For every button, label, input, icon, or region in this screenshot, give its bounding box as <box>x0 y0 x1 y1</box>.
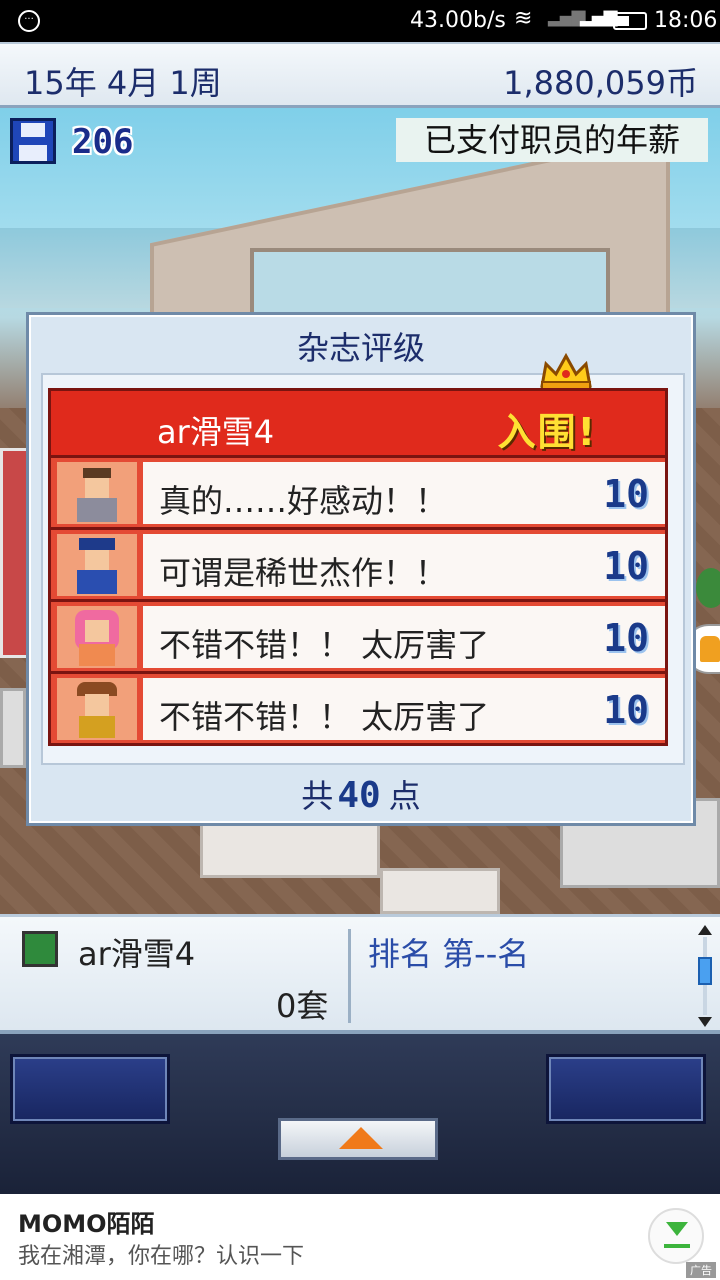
review-text: 真的……好感动！！ <box>159 482 448 520</box>
top-info-bar[interactable]: 15年 4月 1周 1,880,059币 <box>0 42 720 108</box>
face-body <box>77 570 117 594</box>
game-name: ar滑雪4 <box>78 935 196 973</box>
total-score-value: 40 <box>337 775 381 816</box>
left-menu-button[interactable] <box>10 1054 170 1124</box>
review-text-box: 不错不错！！ 太厉害了 10 <box>143 606 665 668</box>
nominated-badge: 入围! <box>497 410 597 454</box>
game-date: 15年 4月 1周 <box>24 64 222 102</box>
game-cartridge-icon <box>22 931 58 967</box>
money-display: 1,880,059币 <box>503 64 698 102</box>
save-count: 206 <box>72 122 134 162</box>
wifi-icon: ≋ <box>514 6 533 31</box>
right-menu-button[interactable] <box>546 1054 706 1124</box>
status-bar: ··· 43.00b/s ≋ ▂▄▆ ▂▄▆ 18:06 <box>0 0 720 42</box>
face-body <box>79 716 115 738</box>
download-arrow-icon <box>666 1222 688 1236</box>
review-row: 不错不错！！ 太厉害了 10 <box>48 602 668 674</box>
arrow-up-icon <box>339 1127 383 1149</box>
review-row: 真的……好感动！！ 10 <box>48 458 668 530</box>
ad-title: MOMO陌陌 <box>18 1210 155 1238</box>
rated-game-header: ar滑雪4 入围! <box>48 388 668 458</box>
review-text-box: 可谓是稀世杰作！！ 10 <box>143 534 665 596</box>
face-body <box>79 644 115 666</box>
total-score: 共 40 点 <box>29 771 693 817</box>
reviewer-avatar <box>57 678 137 740</box>
review-score: 10 <box>603 688 649 732</box>
ad-banner[interactable]: MOMO陌陌 我在湘潭，你在哪？认识一下 广告 <box>0 1194 720 1280</box>
face-hat <box>79 538 115 550</box>
face-hair <box>83 468 111 478</box>
review-text: 不错不错！！ 太厉害了 <box>159 698 490 736</box>
review-score: 10 <box>603 472 649 516</box>
review-score: 10 <box>603 616 649 660</box>
office-desk <box>380 868 500 914</box>
battery-icon <box>613 12 647 30</box>
face-skin <box>85 620 109 642</box>
review-row: 可谓是稀世杰作！！ 10 <box>48 530 668 602</box>
reviewer-avatar <box>57 462 137 524</box>
scrollbar-thumb[interactable] <box>698 957 712 985</box>
notification-dots-icon: ··· <box>18 10 40 32</box>
review-text: 不错不错！！ 太厉害了 <box>159 626 490 664</box>
total-prefix: 共 <box>301 777 334 815</box>
event-notice: 已支付职员的年薪 <box>396 118 708 162</box>
save-disk-icon[interactable] <box>10 118 56 164</box>
signal-icon-sim2: ▂▄▆ <box>580 6 618 27</box>
sales-count: 0套 <box>276 987 329 1025</box>
review-text-box: 真的……好感动！！ 10 <box>143 462 665 524</box>
reviewer-avatar <box>57 534 137 596</box>
review-text-box: 不错不错！！ 太厉害了 10 <box>143 678 665 740</box>
total-suffix: 点 <box>388 777 421 815</box>
ranking: 排名 第--名 <box>368 935 530 973</box>
clock: 18:06 <box>654 8 718 33</box>
network-speed: 43.00b/s <box>410 8 506 33</box>
download-bar-icon <box>664 1244 690 1248</box>
ad-label: 广告 <box>686 1262 716 1278</box>
crown-icon <box>540 352 592 391</box>
potted-plant <box>696 568 720 608</box>
control-strip <box>0 1034 720 1194</box>
review-text: 可谓是稀世杰作！！ <box>159 554 448 592</box>
rated-game-title: ar滑雪4 <box>157 413 275 451</box>
bookshelf <box>0 688 26 768</box>
face-body <box>77 498 117 522</box>
face-skin <box>85 694 109 716</box>
download-button[interactable] <box>648 1208 704 1264</box>
divider <box>348 929 351 1023</box>
expand-menu-button[interactable] <box>278 1118 438 1160</box>
reviewer-avatar <box>57 606 137 668</box>
game-info-panel[interactable]: ar滑雪4 0套 排名 第--名 <box>0 914 720 1034</box>
review-row: 不错不错！！ 太厉害了 10 <box>48 674 668 746</box>
signal-icon-sim1: ▂▄▆ <box>548 6 586 27</box>
ad-text: 我在湘潭，你在哪？认识一下 <box>18 1244 305 1269</box>
review-score: 10 <box>603 544 649 588</box>
